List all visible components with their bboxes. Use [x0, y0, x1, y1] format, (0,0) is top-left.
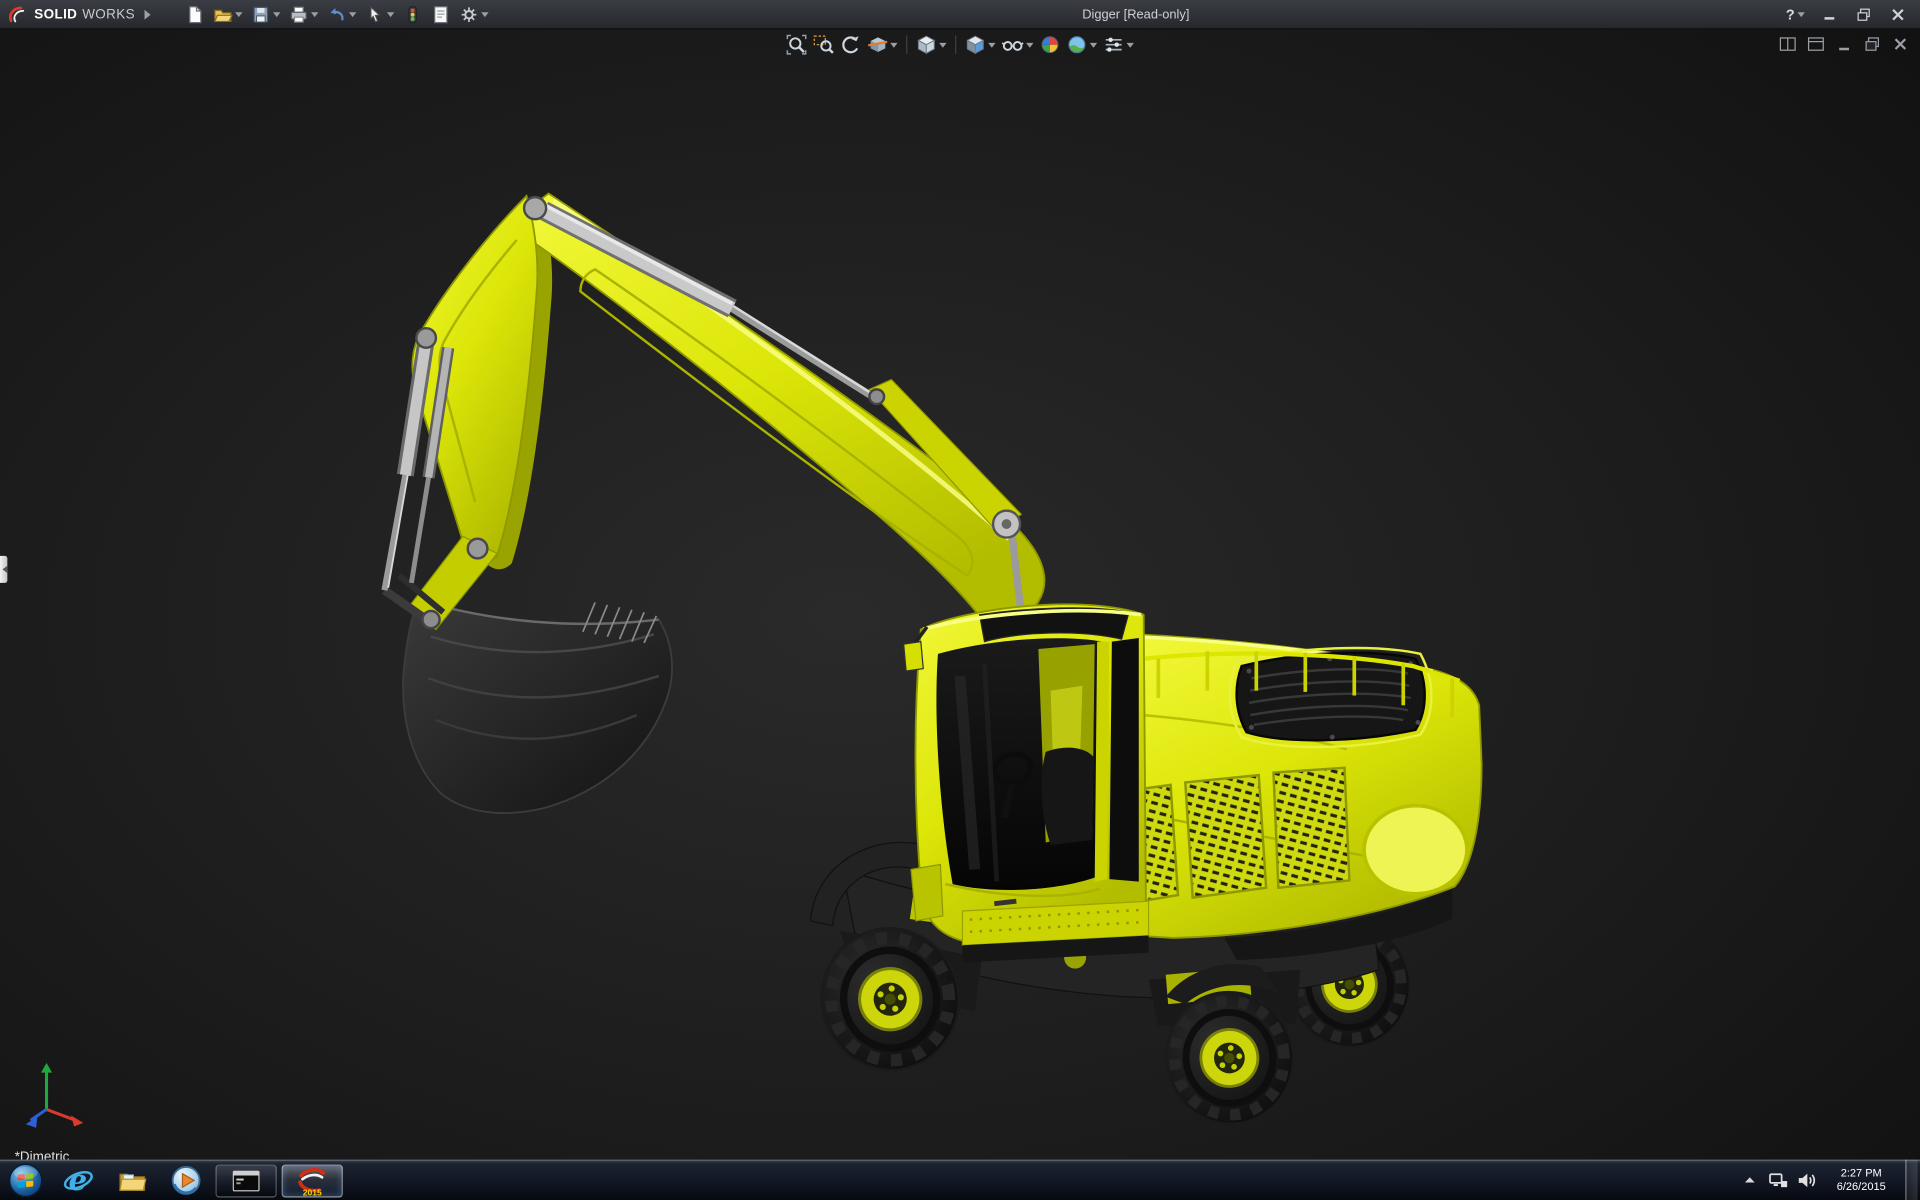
solidworks-logo-icon — [7, 4, 29, 24]
help-dropdown-icon[interactable] — [1797, 12, 1804, 21]
print-icon — [289, 4, 309, 24]
open-icon — [213, 4, 233, 24]
media-player-icon — [170, 1164, 202, 1196]
desktop: SOLID WORKS — [0, 0, 1920, 1200]
system-tray: 2:27 PM 6/26/2015 — [1739, 1160, 1920, 1200]
select-button[interactable] — [363, 3, 397, 25]
rear-panel[interactable] — [1364, 806, 1467, 894]
rebuild-stoplight-icon — [403, 4, 423, 24]
feature-panel-collapsed-tab[interactable] — [0, 556, 7, 583]
side-window — [1109, 638, 1138, 882]
taskbar-file-explorer[interactable] — [105, 1160, 159, 1200]
panel-expand-arrow-icon — [0, 566, 7, 573]
undo-icon — [327, 4, 347, 24]
solidworks-menu-button[interactable]: SOLID WORKS — [7, 4, 155, 24]
view-orientation-label: *Dimetric — [15, 1150, 70, 1160]
show-desktop-button[interactable] — [1905, 1160, 1917, 1200]
undo-dropdown-icon[interactable] — [349, 12, 356, 21]
minimize-button[interactable] — [1815, 4, 1844, 24]
clock-date: 6/26/2015 — [1823, 1180, 1899, 1193]
excavator-model[interactable] — [0, 29, 1920, 1159]
select-cursor-icon — [365, 4, 385, 24]
body-upperworks[interactable] — [1097, 634, 1481, 960]
standard-toolbar — [183, 3, 492, 25]
windows-taskbar: e — [0, 1160, 1920, 1200]
undo-button[interactable] — [325, 3, 359, 25]
brand-text-secondary: WORKS — [82, 7, 135, 22]
solidworks-app-icon: 2015 — [296, 1166, 328, 1195]
file-properties-icon — [431, 4, 451, 24]
folder-icon — [116, 1164, 148, 1196]
solidworks-badge: 2015 — [303, 1187, 322, 1196]
volume-icon — [1796, 1170, 1816, 1190]
tray-volume[interactable] — [1795, 1160, 1817, 1200]
taskbar-media-player[interactable] — [159, 1160, 213, 1200]
app-titlebar: SOLID WORKS — [0, 0, 1920, 29]
close-icon — [1891, 7, 1906, 22]
cab[interactable] — [904, 604, 1149, 962]
internet-explorer-icon: e — [62, 1164, 94, 1196]
show-hidden-icons-button[interactable] — [1739, 1160, 1761, 1200]
menu-expand-icon[interactable] — [145, 9, 156, 19]
help-glyph: ? — [1786, 6, 1795, 23]
seat — [1041, 748, 1093, 845]
document-title: Digger [Read-only] — [491, 7, 1780, 22]
command-prompt-icon — [233, 1170, 260, 1192]
options-gear-icon — [459, 4, 479, 24]
close-button[interactable] — [1883, 4, 1912, 24]
restore-icon — [1856, 7, 1871, 22]
taskbar-clock[interactable]: 2:27 PM 6/26/2015 — [1823, 1166, 1899, 1194]
network-icon — [1768, 1170, 1788, 1190]
graphics-area[interactable]: *Dimetric — [0, 29, 1920, 1159]
chevron-up-icon — [1741, 1171, 1758, 1188]
options-dropdown-icon[interactable] — [481, 12, 488, 21]
restore-button[interactable] — [1849, 4, 1878, 24]
brand-text-primary: SOLID — [34, 7, 77, 22]
engine-vent[interactable] — [1237, 653, 1425, 740]
boom-assembly[interactable] — [384, 193, 1044, 634]
window-controls: ? — [1780, 4, 1912, 24]
taskbar-internet-explorer[interactable]: e — [51, 1160, 105, 1200]
new-document-button[interactable] — [183, 3, 207, 25]
boom-main[interactable] — [526, 193, 1044, 634]
print-button[interactable] — [287, 3, 321, 25]
new-document-icon — [185, 4, 205, 24]
start-button[interactable] — [0, 1160, 51, 1200]
tray-network[interactable] — [1767, 1160, 1789, 1200]
save-button[interactable] — [249, 3, 283, 25]
orientation-triad — [26, 1063, 84, 1128]
save-dropdown-icon[interactable] — [273, 12, 280, 21]
options-button[interactable] — [457, 3, 491, 25]
windows-start-orb-icon — [7, 1161, 44, 1198]
mirror — [904, 642, 924, 671]
ie-glyph: e — [69, 1164, 88, 1196]
rebuild-button[interactable] — [401, 3, 425, 25]
taskbar-command-prompt[interactable] — [216, 1164, 277, 1197]
select-dropdown-icon[interactable] — [387, 12, 394, 21]
minimize-icon — [1822, 7, 1837, 22]
file-properties-button[interactable] — [429, 3, 453, 25]
taskbar-solidworks[interactable]: 2015 — [282, 1164, 343, 1197]
help-button[interactable]: ? — [1780, 4, 1809, 24]
open-dropdown-icon[interactable] — [235, 12, 242, 21]
bucket[interactable] — [403, 600, 672, 813]
save-icon — [251, 4, 271, 24]
print-dropdown-icon[interactable] — [311, 12, 318, 21]
open-button[interactable] — [211, 3, 245, 25]
clock-time: 2:27 PM — [1823, 1167, 1899, 1180]
